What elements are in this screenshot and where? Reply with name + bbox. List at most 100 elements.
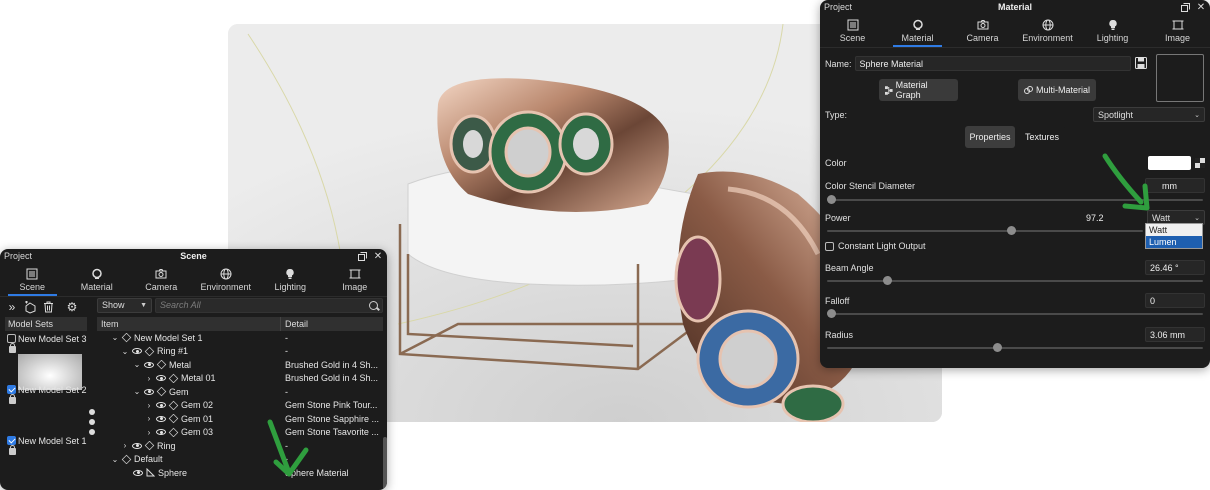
search-icon[interactable] bbox=[369, 300, 378, 310]
dropdown-option-watt[interactable]: Watt bbox=[1146, 224, 1202, 236]
lock-icon[interactable] bbox=[9, 343, 16, 353]
radius-slider[interactable] bbox=[827, 343, 1203, 352]
tree-row[interactable]: Sphere Sphere Material bbox=[97, 466, 383, 480]
tab-scene[interactable]: Scene bbox=[820, 14, 885, 47]
stencil-field[interactable]: mm bbox=[1145, 178, 1205, 193]
project-label: Project bbox=[824, 2, 853, 12]
close-icon[interactable]: ✕ bbox=[373, 251, 383, 262]
slider-knob[interactable] bbox=[827, 309, 836, 318]
eye-icon[interactable] bbox=[132, 442, 142, 449]
tab-camera[interactable]: Camera bbox=[129, 263, 194, 296]
node-icon bbox=[168, 413, 179, 424]
tab-scene[interactable]: Scene bbox=[0, 263, 65, 296]
slider-knob[interactable] bbox=[993, 343, 1002, 352]
model-set-checkbox[interactable] bbox=[7, 334, 16, 343]
trash-icon[interactable] bbox=[40, 299, 56, 315]
tab-image[interactable]: Image bbox=[323, 263, 388, 296]
show-filter-value: Show bbox=[102, 300, 125, 310]
tree-row[interactable]: ⌄ Gem - bbox=[97, 385, 383, 399]
falloff-field[interactable]: 0 bbox=[1145, 293, 1205, 308]
model-set-item[interactable]: New Model Set 2 bbox=[7, 384, 89, 404]
undock-icon[interactable] bbox=[357, 251, 367, 261]
type-select[interactable]: Spotlight ⌄ bbox=[1093, 107, 1205, 122]
tree-row[interactable]: ⌄ New Model Set 1 - bbox=[97, 331, 383, 345]
tree-row[interactable]: › Gem 02 Gem Stone Pink Tour... bbox=[97, 399, 383, 413]
eye-icon[interactable] bbox=[133, 469, 143, 476]
tab-material[interactable]: Material bbox=[65, 263, 130, 296]
multi-material-icon bbox=[1024, 85, 1033, 94]
tree-row[interactable]: › Ring - bbox=[97, 439, 383, 453]
eye-icon[interactable] bbox=[156, 429, 166, 436]
tree-row[interactable]: ⌄ Default - bbox=[97, 453, 383, 467]
search-input[interactable]: Search All bbox=[155, 297, 383, 313]
stencil-slider[interactable] bbox=[827, 195, 1203, 204]
model-set-item[interactable]: New Model Set 3 bbox=[7, 333, 89, 390]
textures-tab[interactable]: Textures bbox=[1019, 126, 1065, 148]
slider-knob[interactable] bbox=[883, 276, 892, 285]
panel-title: Scene bbox=[180, 251, 207, 261]
slider-knob[interactable] bbox=[827, 195, 836, 204]
properties-tab[interactable]: Properties bbox=[965, 126, 1015, 148]
color-swatch[interactable] bbox=[1148, 156, 1191, 170]
tree-row[interactable]: › Gem 01 Gem Stone Sapphire ... bbox=[97, 412, 383, 426]
beam-angle-field[interactable]: 26.46 ° bbox=[1145, 260, 1205, 275]
expand-all-icon[interactable]: » bbox=[4, 299, 20, 315]
save-icon[interactable] bbox=[1134, 56, 1147, 71]
model-set-item[interactable]: New Model Set 1 bbox=[7, 435, 89, 455]
multi-material-button[interactable]: Multi-Material bbox=[1018, 79, 1096, 101]
chevron-down-icon[interactable]: ⌄ bbox=[121, 347, 129, 356]
column-header-detail[interactable]: Detail bbox=[281, 317, 308, 331]
tree-scrollbar[interactable] bbox=[383, 437, 387, 490]
material-name-field[interactable]: Sphere Material bbox=[854, 56, 1131, 71]
scene-icon bbox=[26, 268, 38, 279]
tab-camera[interactable]: Camera bbox=[950, 14, 1015, 47]
eye-icon[interactable] bbox=[156, 402, 166, 409]
lock-icon[interactable] bbox=[9, 394, 16, 404]
tab-material[interactable]: Material bbox=[885, 14, 950, 47]
falloff-slider[interactable] bbox=[827, 309, 1203, 318]
close-icon[interactable]: ✕ bbox=[1196, 2, 1206, 13]
checker-icon[interactable] bbox=[1195, 158, 1205, 168]
tree-row[interactable]: ⌄ Metal Brushed Gold in 4 Sh... bbox=[97, 358, 383, 372]
chevron-down-icon[interactable]: ⌄ bbox=[133, 360, 141, 369]
tab-lighting[interactable]: Lighting bbox=[1080, 14, 1145, 47]
eye-icon[interactable] bbox=[144, 388, 154, 395]
power-field[interactable]: 97.2 bbox=[1081, 210, 1143, 225]
tree-row[interactable]: ⌄ Ring #1 - bbox=[97, 345, 383, 359]
beam-angle-slider[interactable] bbox=[827, 276, 1203, 285]
chevron-right-icon[interactable]: › bbox=[145, 414, 153, 423]
slider-knob[interactable] bbox=[1007, 226, 1016, 235]
tree-row[interactable]: › Gem 03 Gem Stone Tsavorite ... bbox=[97, 426, 383, 440]
tab-lighting[interactable]: Lighting bbox=[258, 263, 323, 296]
tab-environment[interactable]: Environment bbox=[194, 263, 259, 296]
chevron-right-icon[interactable]: › bbox=[145, 428, 153, 437]
chevron-right-icon[interactable]: › bbox=[145, 401, 153, 410]
power-slider[interactable] bbox=[827, 226, 1143, 235]
chevron-right-icon[interactable]: › bbox=[121, 441, 129, 450]
chevron-right-icon[interactable]: › bbox=[145, 374, 153, 383]
tree-row-label: Metal bbox=[169, 359, 192, 370]
material-graph-button[interactable]: Material Graph bbox=[879, 79, 958, 101]
model-set-checkbox[interactable] bbox=[7, 385, 16, 394]
lock-icon[interactable] bbox=[9, 445, 16, 455]
tree-row-detail: - bbox=[285, 454, 288, 465]
column-header-item[interactable]: Item bbox=[97, 317, 281, 331]
tree-row[interactable]: › Metal 01 Brushed Gold in 4 Sh... bbox=[97, 372, 383, 386]
eye-icon[interactable] bbox=[156, 375, 166, 382]
eye-icon[interactable] bbox=[144, 361, 154, 368]
chevron-down-icon[interactable]: ⌄ bbox=[111, 455, 119, 464]
show-filter-select[interactable]: Show ▼ bbox=[97, 297, 152, 313]
radius-field[interactable]: 3.06 mm bbox=[1145, 327, 1205, 342]
tab-image[interactable]: Image bbox=[1145, 14, 1210, 47]
chevron-down-icon[interactable]: ⌄ bbox=[133, 387, 141, 396]
constant-light-checkbox[interactable] bbox=[825, 241, 834, 251]
resize-handle[interactable] bbox=[89, 409, 95, 435]
gear-icon[interactable]: ⚙ bbox=[64, 299, 80, 315]
chevron-down-icon[interactable]: ⌄ bbox=[111, 333, 119, 342]
undock-icon[interactable] bbox=[1180, 2, 1190, 12]
eye-icon[interactable] bbox=[156, 415, 166, 422]
tab-environment[interactable]: Environment bbox=[1015, 14, 1080, 47]
eye-icon[interactable] bbox=[132, 348, 142, 355]
model-set-checkbox[interactable] bbox=[7, 436, 16, 445]
add-model-icon[interactable] bbox=[22, 299, 38, 315]
